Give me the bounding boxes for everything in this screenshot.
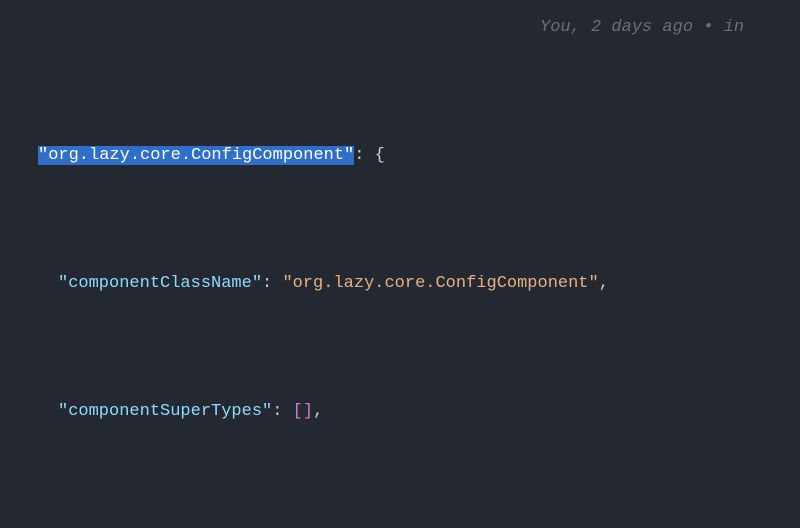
code-editor[interactable]: You, 2 days ago • in "org.lazy.core.Conf…	[0, 0, 800, 528]
git-blame-annotation: You, 2 days ago • in	[540, 12, 744, 44]
selected-text: "org.lazy.core.ConfigComponent"	[38, 146, 354, 165]
code-line: "componentSuperTypes": [],	[0, 396, 800, 428]
code-line: "org.lazy.core.ConfigComponent": {	[0, 140, 800, 172]
code-line: "componentClassName": "org.lazy.core.Con…	[0, 268, 800, 300]
code-line: "componentType": "CONFIGURATION",	[0, 524, 800, 528]
